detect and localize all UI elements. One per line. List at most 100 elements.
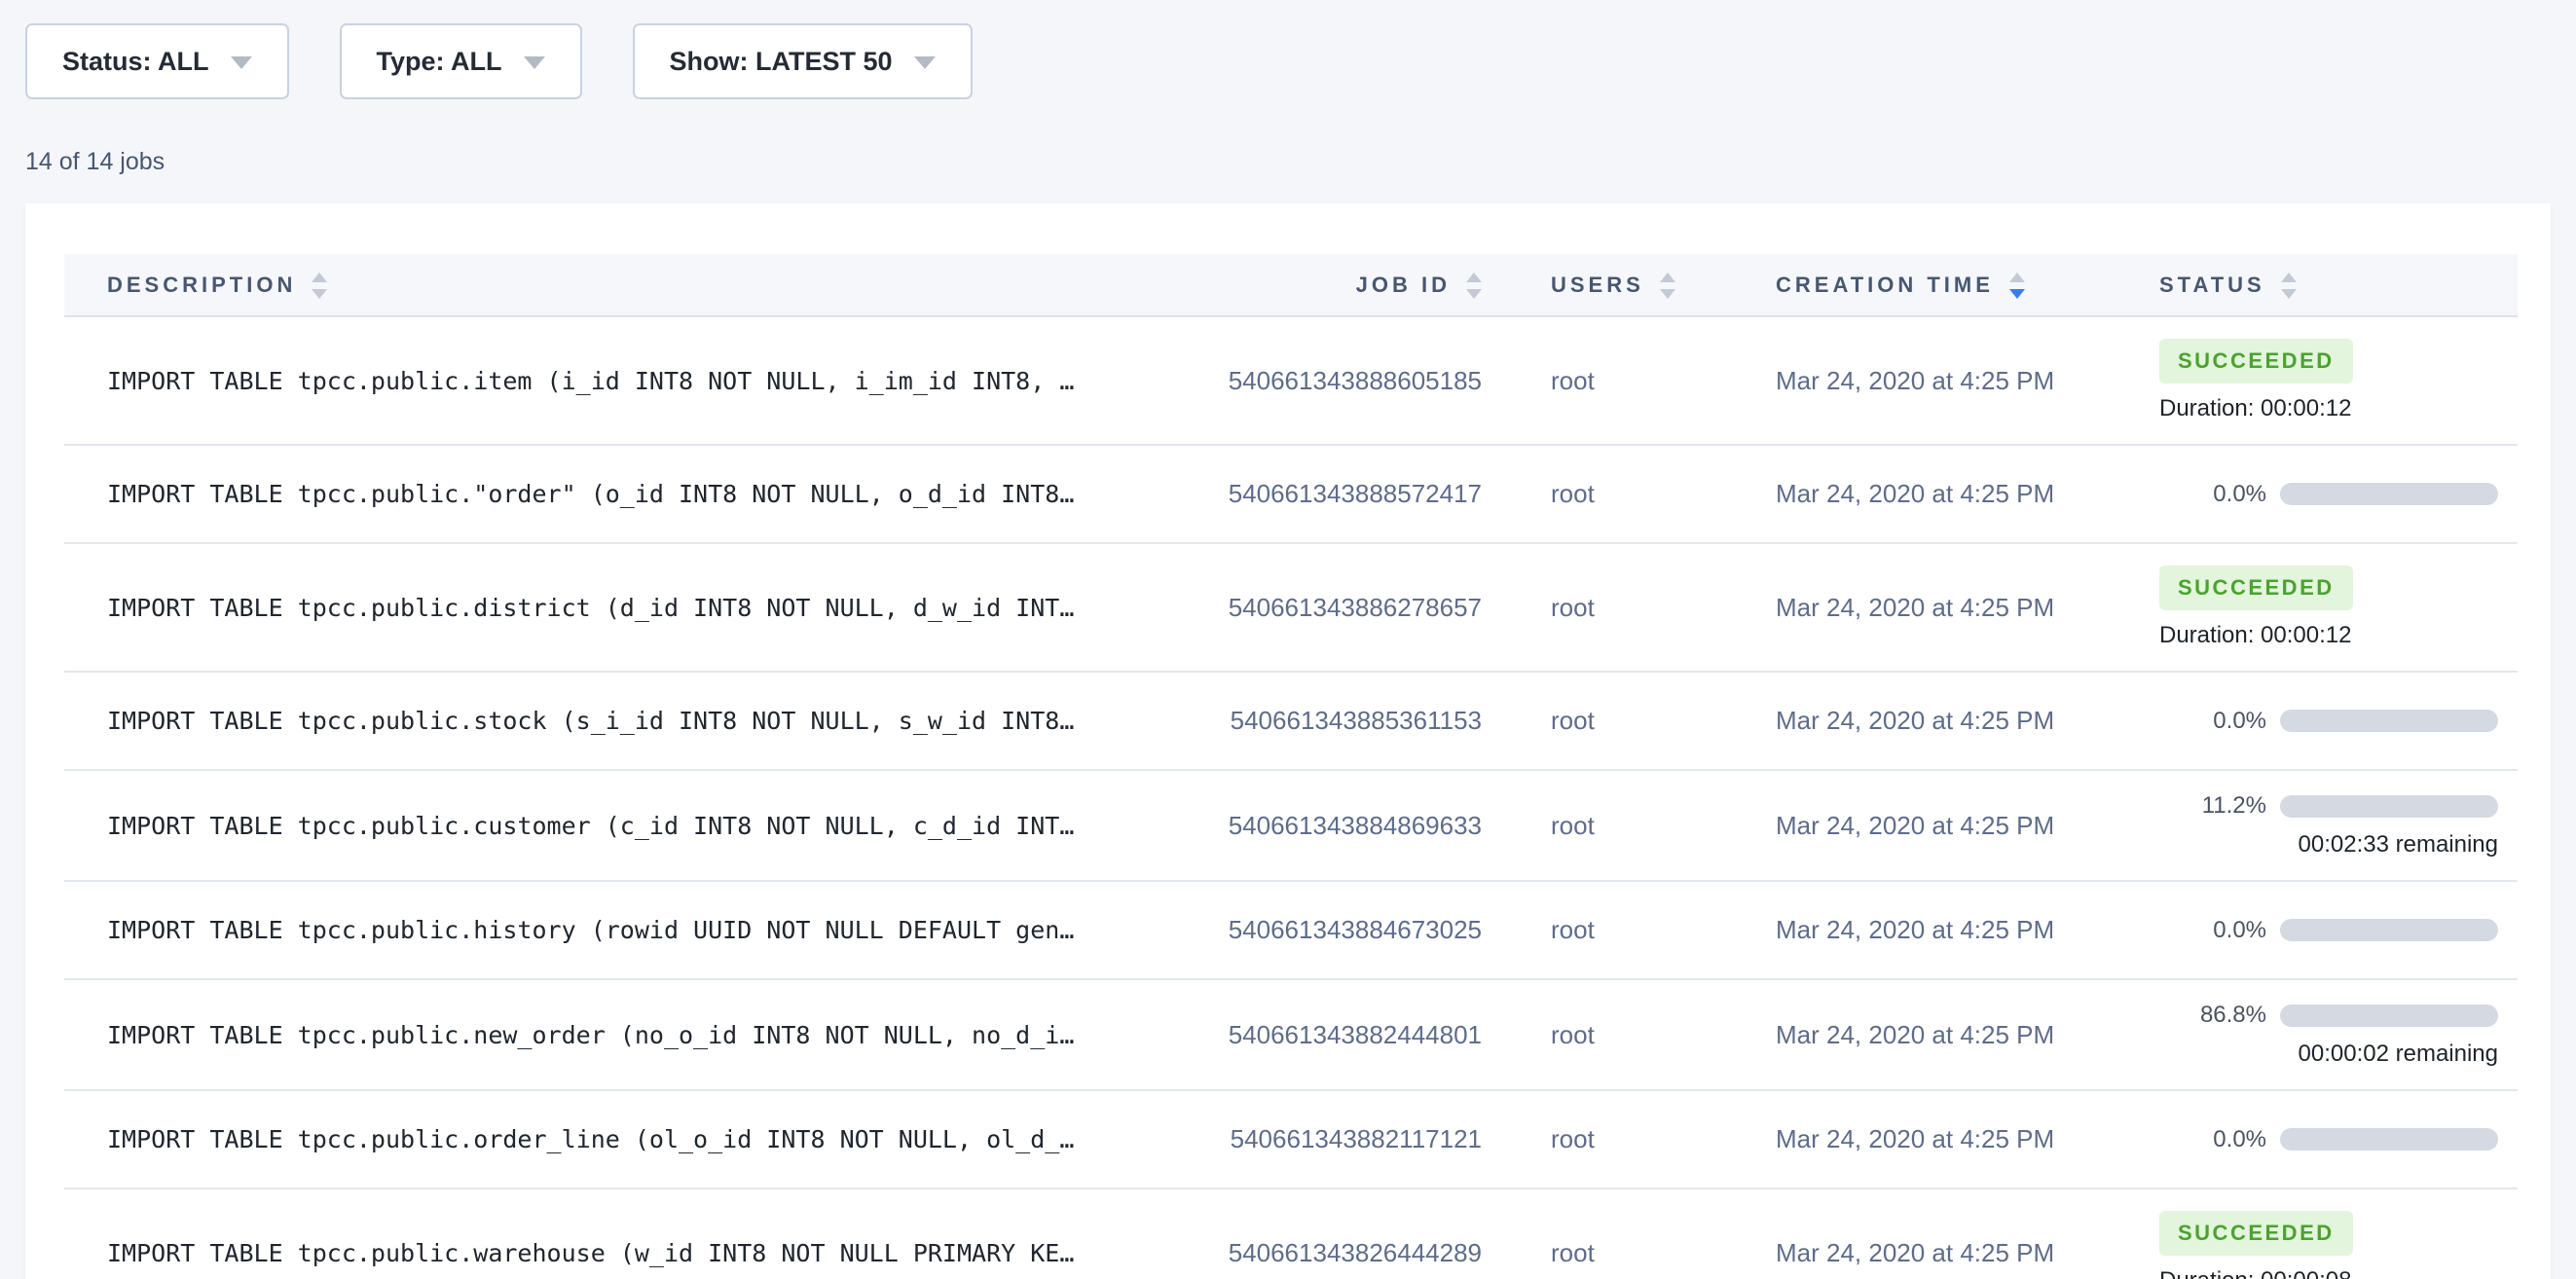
table-row: IMPORT TABLE tpcc.public.history (rowid … <box>64 881 2518 979</box>
chevron-down-icon <box>914 56 936 69</box>
progress-percent: 0.0% <box>2159 1126 2266 1153</box>
sort-asc-icon <box>1466 273 1482 282</box>
job-status-progress: 0.0% <box>2159 481 2498 508</box>
sort-arrows-icon[interactable] <box>1466 273 1482 299</box>
progress-bar <box>2280 1005 2498 1027</box>
job-creation-time: Mar 24, 2020 at 4:25 PM <box>1776 366 2054 395</box>
table-header-row: DESCRIPTION JOB ID USERS CREATION TIME <box>64 254 2518 316</box>
sort-desc-icon <box>2009 289 2025 299</box>
job-user: root <box>1551 706 1595 735</box>
jobs-table-card: DESCRIPTION JOB ID USERS CREATION TIME <box>25 203 2551 1279</box>
sort-arrows-icon[interactable] <box>1660 273 1675 299</box>
progress-remaining: 00:00:02 remaining <box>2159 1041 2498 1068</box>
progress-percent: 11.2% <box>2159 792 2266 820</box>
column-header-users[interactable]: USERS <box>1482 254 1743 316</box>
column-label: DESCRIPTION <box>107 273 296 298</box>
table-row: IMPORT TABLE tpcc.public."order" (o_id I… <box>64 445 2518 543</box>
sort-asc-icon <box>2009 273 2025 282</box>
filter-bar: Status: ALL Type: ALL Show: LATEST 50 <box>25 23 2551 99</box>
jobs-page: Status: ALL Type: ALL Show: LATEST 50 14… <box>0 0 2576 1279</box>
progress-percent: 0.0% <box>2159 917 2266 944</box>
job-creation-time: Mar 24, 2020 at 4:25 PM <box>1776 811 2054 840</box>
sort-arrows-icon[interactable] <box>2281 273 2297 299</box>
job-user: root <box>1551 811 1595 840</box>
job-id: 540661343882117121 <box>1231 1124 1482 1153</box>
progress-bar <box>2280 795 2498 818</box>
job-description: IMPORT TABLE tpcc.public.item (i_id INT8… <box>107 367 1074 395</box>
job-creation-time: Mar 24, 2020 at 4:25 PM <box>1776 1238 2054 1267</box>
job-creation-time: Mar 24, 2020 at 4:25 PM <box>1776 1020 2054 1049</box>
chevron-down-icon <box>524 56 545 69</box>
job-creation-time: Mar 24, 2020 at 4:25 PM <box>1776 479 2054 508</box>
job-status-succeeded: SUCCEEDED Duration: 00:00:08 <box>2159 1211 2518 1279</box>
column-header-description[interactable]: DESCRIPTION <box>64 254 1159 316</box>
job-description: IMPORT TABLE tpcc.public.history (rowid … <box>107 916 1074 944</box>
job-description: IMPORT TABLE tpcc.public.new_order (no_o… <box>107 1021 1074 1049</box>
table-row: IMPORT TABLE tpcc.public.district (d_id … <box>64 543 2518 672</box>
sort-asc-icon <box>312 273 327 282</box>
job-creation-time: Mar 24, 2020 at 4:25 PM <box>1776 593 2054 622</box>
job-status-succeeded: SUCCEEDED Duration: 00:00:12 <box>2159 566 2518 649</box>
progress-percent: 0.0% <box>2159 481 2266 508</box>
job-creation-time: Mar 24, 2020 at 4:25 PM <box>1776 1124 2054 1153</box>
job-status-progress: 0.0% <box>2159 917 2498 944</box>
job-id: 540661343886278657 <box>1229 593 1482 622</box>
job-description: IMPORT TABLE tpcc.public.district (d_id … <box>107 594 1074 622</box>
table-row: IMPORT TABLE tpcc.public.new_order (no_o… <box>64 979 2518 1090</box>
job-user: root <box>1551 593 1595 622</box>
column-header-status[interactable]: STATUS <box>2093 254 2518 316</box>
jobs-table: DESCRIPTION JOB ID USERS CREATION TIME <box>64 254 2518 1279</box>
sort-arrows-icon[interactable] <box>312 273 327 299</box>
column-header-creation-time[interactable]: CREATION TIME <box>1743 254 2093 316</box>
sort-asc-icon <box>2281 273 2297 282</box>
job-description: IMPORT TABLE tpcc.public."order" (o_id I… <box>107 480 1074 508</box>
show-filter-label: Show: LATEST 50 <box>670 47 893 77</box>
job-description: IMPORT TABLE tpcc.public.customer (c_id … <box>107 812 1074 840</box>
job-user: root <box>1551 1020 1595 1049</box>
job-creation-time: Mar 24, 2020 at 4:25 PM <box>1776 915 2054 944</box>
job-id: 540661343885361153 <box>1231 706 1482 735</box>
job-status-succeeded: SUCCEEDED Duration: 00:00:12 <box>2159 339 2518 422</box>
job-duration: Duration: 00:00:08 <box>2159 1267 2518 1279</box>
progress-remaining: 00:02:33 remaining <box>2159 831 2498 859</box>
status-filter-dropdown[interactable]: Status: ALL <box>25 23 289 99</box>
job-id: 540661343826444289 <box>1229 1238 1482 1267</box>
table-row: IMPORT TABLE tpcc.public.stock (s_i_id I… <box>64 672 2518 770</box>
status-badge: SUCCEEDED <box>2159 566 2353 610</box>
job-user: root <box>1551 1124 1595 1153</box>
status-badge: SUCCEEDED <box>2159 1211 2353 1256</box>
type-filter-label: Type: ALL <box>377 47 502 77</box>
job-duration: Duration: 00:00:12 <box>2159 395 2518 422</box>
column-label: JOB ID <box>1356 273 1451 298</box>
sort-desc-icon <box>1660 289 1675 299</box>
job-user: root <box>1551 915 1595 944</box>
progress-percent: 86.8% <box>2159 1002 2266 1029</box>
job-duration: Duration: 00:00:12 <box>2159 622 2518 649</box>
job-id: 540661343888572417 <box>1229 479 1482 508</box>
job-status-progress: 0.0% <box>2159 1126 2498 1153</box>
progress-bar <box>2280 710 2498 732</box>
job-id: 540661343882444801 <box>1229 1020 1482 1049</box>
progress-bar <box>2280 1128 2498 1151</box>
column-label: USERS <box>1551 273 1644 298</box>
job-description: IMPORT TABLE tpcc.public.order_line (ol_… <box>107 1125 1074 1153</box>
sort-arrows-icon[interactable] <box>2009 273 2025 299</box>
table-row: IMPORT TABLE tpcc.public.customer (c_id … <box>64 770 2518 881</box>
table-row: IMPORT TABLE tpcc.public.item (i_id INT8… <box>64 316 2518 445</box>
show-filter-dropdown[interactable]: Show: LATEST 50 <box>633 23 973 99</box>
column-header-job-id[interactable]: JOB ID <box>1159 254 1482 316</box>
job-status-progress: 86.8% 00:00:02 remaining <box>2159 1002 2498 1068</box>
column-label: CREATION TIME <box>1776 273 1994 298</box>
progress-bar <box>2280 483 2498 505</box>
sort-desc-icon <box>2281 289 2297 299</box>
job-id: 540661343884869633 <box>1229 811 1482 840</box>
jobs-count-summary: 14 of 14 jobs <box>25 148 2551 176</box>
sort-asc-icon <box>1660 273 1675 282</box>
job-id: 540661343888605185 <box>1229 366 1482 395</box>
chevron-down-icon <box>231 56 252 69</box>
sort-desc-icon <box>312 289 327 299</box>
job-creation-time: Mar 24, 2020 at 4:25 PM <box>1776 706 2054 735</box>
job-description: IMPORT TABLE tpcc.public.warehouse (w_id… <box>107 1239 1074 1267</box>
type-filter-dropdown[interactable]: Type: ALL <box>340 23 582 99</box>
sort-desc-icon <box>1466 289 1482 299</box>
